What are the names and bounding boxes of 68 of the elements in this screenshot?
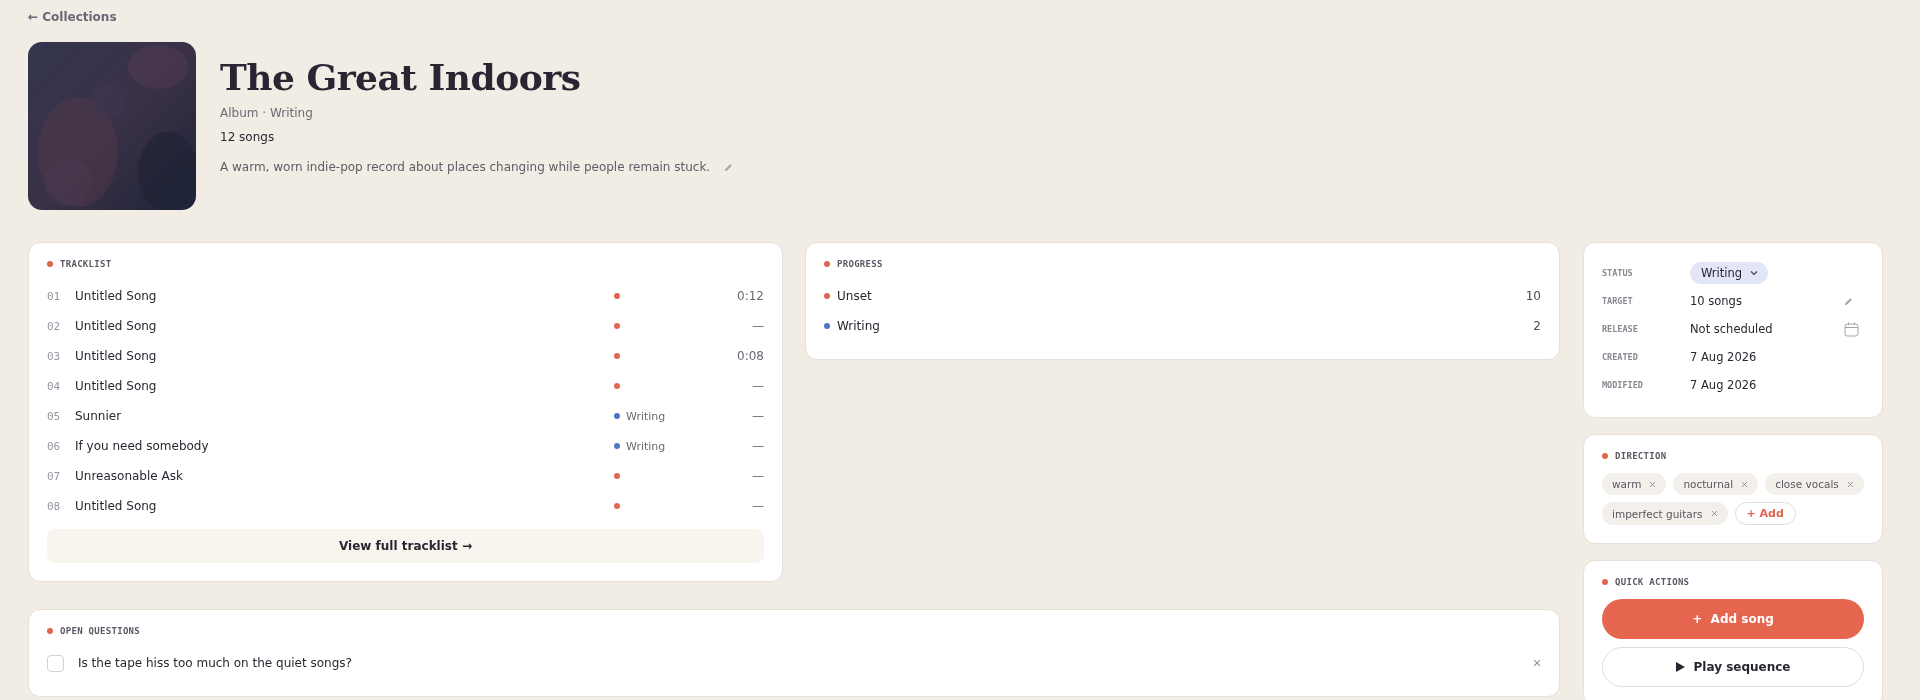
section-title: TRACKLIST [60,259,112,269]
section-title: OPEN QUESTIONS [60,626,141,636]
section-title: QUICK ACTIONS [1615,577,1690,587]
tag-chip[interactable]: warm [1602,473,1667,495]
track-name[interactable]: Unreasonable Ask [75,469,614,483]
section-title: DIRECTION [1615,451,1667,461]
close-icon[interactable] [1846,480,1854,488]
play-sequence-button[interactable]: Play sequence [1602,647,1864,687]
track-number: 06 [47,439,62,453]
section-title: PROGRESS [837,259,883,269]
detail-label: TARGET [1602,296,1634,306]
track-number: 02 [47,319,62,333]
track-duration: — [751,499,764,513]
progress-label: Writing [837,319,881,333]
track-number: 08 [47,499,62,513]
track-name[interactable]: Untitled Song [75,379,614,393]
detail-label: STATUS [1602,268,1634,278]
pencil-icon[interactable] [1844,296,1853,306]
track-name[interactable]: If you need somebody [75,439,614,453]
track-duration: 0:12 [736,289,764,303]
status-dropdown[interactable]: Writing [1690,262,1769,284]
close-icon[interactable] [1533,659,1541,667]
play-icon [1675,662,1685,672]
track-number: 04 [47,379,62,393]
progress-count: 10 [1525,289,1541,303]
track-duration: 0:08 [736,349,764,363]
checkbox[interactable] [47,654,64,672]
close-icon[interactable] [1710,510,1718,517]
song-count: 12 songs [220,130,276,144]
calendar-icon[interactable] [1844,321,1859,337]
track-duration: — [751,439,764,453]
progress-count: 2 [1533,319,1541,333]
track-duration: — [751,409,764,423]
track-number: 07 [47,469,62,483]
track-name[interactable]: Untitled Song [75,349,614,363]
tag-chip[interactable]: imperfect guitars [1602,502,1728,525]
back-link[interactable]: ← Collections [28,9,117,25]
detail-value: 7 Aug 2026 [1690,378,1757,392]
view-tracklist-button[interactable]: View full tracklist → [47,529,764,563]
detail-label: RELEASE [1602,324,1639,334]
track-status: Writing [626,409,666,423]
track-duration: — [751,379,764,393]
track-number: 01 [47,289,62,303]
detail-value: Not scheduled [1690,322,1773,336]
detail-label: MODIFIED [1602,380,1644,390]
close-icon[interactable] [1649,480,1657,488]
close-icon[interactable] [1741,480,1749,488]
track-status: Writing [626,439,666,453]
album-description: A warm, worn indie-pop record about places changing while people remain stuck. [220,160,711,174]
pencil-icon[interactable] [724,162,734,172]
track-duration: — [751,319,764,333]
track-name[interactable]: Untitled Song [75,319,614,333]
track-name[interactable]: Sunnier [75,409,614,423]
tag-chip[interactable]: nocturnal [1673,473,1759,495]
track-name[interactable]: Untitled Song [75,499,614,513]
track-name[interactable]: Untitled Song [75,289,614,303]
chevron-down-icon [1750,270,1759,276]
album-meta: Album · Writing [220,106,314,120]
tag-chip[interactable]: close vocals [1765,473,1864,495]
track-duration: — [751,469,764,483]
album-title: The Great Indoors [220,56,582,98]
detail-value: 10 songs [1690,294,1742,308]
detail-value: 7 Aug 2026 [1690,350,1757,364]
progress-label: Unset [837,289,873,303]
track-number: 05 [47,409,62,423]
question-text: Is the tape hiss too much on the quiet songs? [78,656,353,670]
track-number: 03 [47,349,62,363]
detail-label: CREATED [1602,352,1639,362]
